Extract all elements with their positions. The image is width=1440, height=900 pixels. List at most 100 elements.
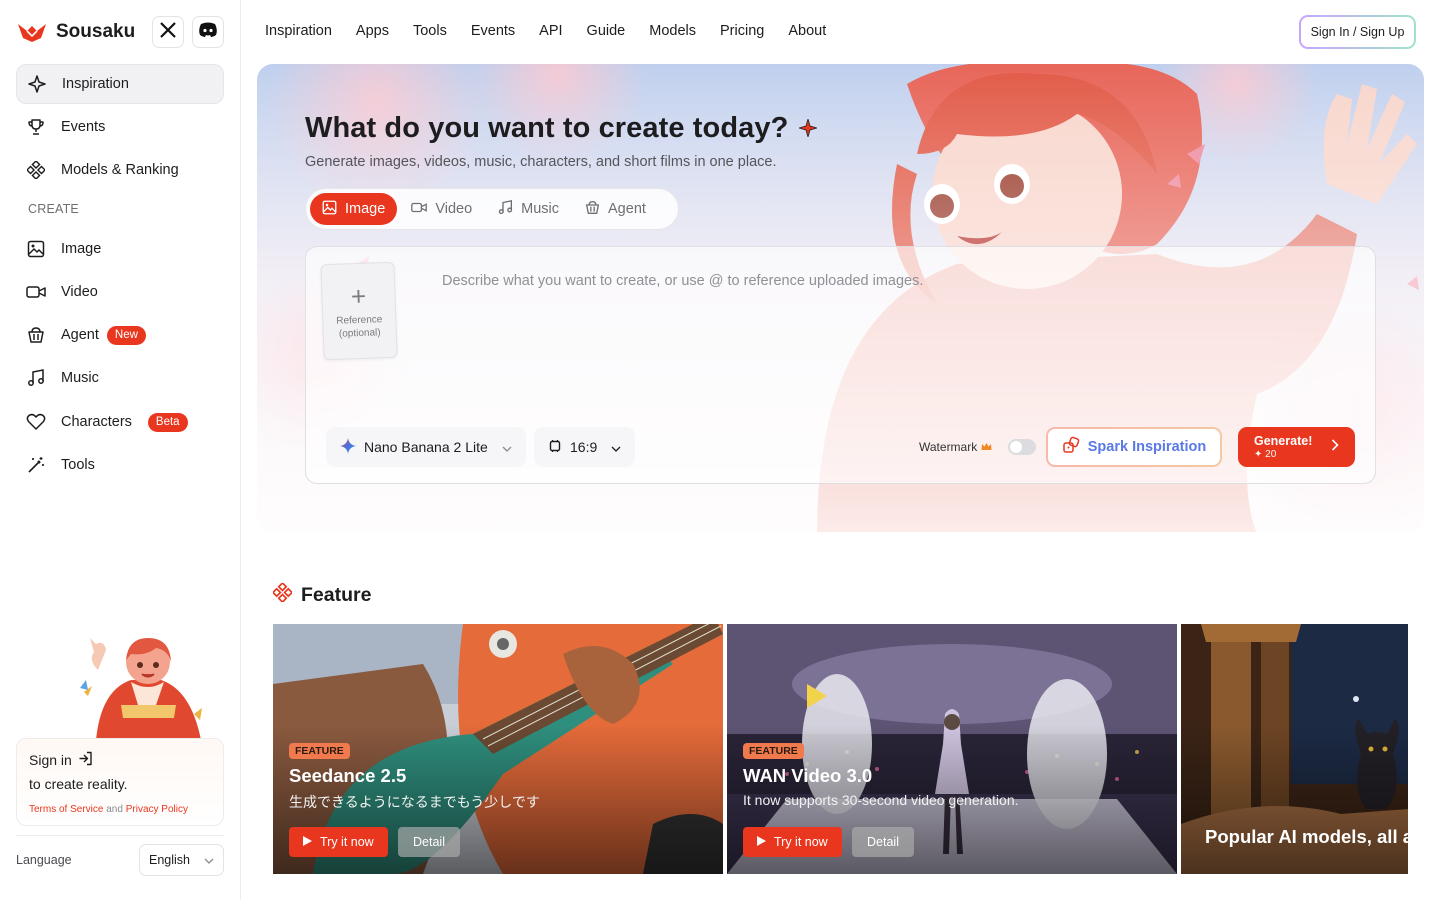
tab-music[interactable]: Music [486,193,571,225]
models-icon [271,581,294,607]
sidebar-item-label: Inspiration [62,76,129,92]
toggle-knob [1010,441,1023,453]
sidebar-item-events[interactable]: Events [16,107,224,147]
music-icon [26,368,46,388]
discord-link[interactable] [192,16,224,48]
sign-in-button[interactable]: Sign In / Sign Up [1299,15,1416,49]
tab-image[interactable]: Image [310,193,398,225]
card-description: 生成できるようになるまでもう少しです [289,794,540,810]
chevron-right-icon [1331,438,1339,456]
card-title: WAN Video 3.0 [743,765,873,786]
chevron-down-icon [611,439,621,455]
try-it-now-button[interactable]: Try it now [289,827,388,857]
nav-link-pricing[interactable]: Pricing [720,23,764,39]
sidebar-item-characters[interactable]: Characters Beta [16,402,224,442]
aspect-ratio-select[interactable]: 16:9 [534,427,636,467]
signin-subtitle: to create reality. [29,776,128,792]
tab-label: Video [435,201,473,217]
sidebar-item-tools[interactable]: Tools [16,445,224,485]
language-select[interactable]: English [139,844,224,876]
sidebar: Sousaku Inspiration Events Models & Rank… [0,0,241,900]
model-select[interactable]: Nano Banana 2 Lite [326,427,526,467]
x-link[interactable] [152,16,184,48]
watermark-control: Watermark [919,439,1037,455]
dice-icon [1062,436,1080,458]
card-description: It now supports 30-second video generati… [743,792,1019,808]
reference-upload[interactable]: + Reference (optional) [320,261,398,361]
feature-card-popular-models[interactable]: Popular AI models, all a [1181,624,1408,874]
generate-button[interactable]: Generate! ✦ 20 [1238,427,1355,467]
discord-icon [198,22,218,43]
mode-tabs: Image Video Music Agent [305,188,679,230]
detail-button[interactable]: Detail [852,827,914,857]
sidebar-item-agent[interactable]: Agent New [16,315,224,355]
tab-agent[interactable]: Agent [573,193,658,225]
sidebar-item-label: Events [61,119,106,135]
sidebar-item-music[interactable]: Music [16,358,224,398]
tab-video[interactable]: Video [399,193,484,225]
nav-link-api[interactable]: API [539,23,562,39]
nav-link-models[interactable]: Models [649,23,696,39]
video-icon [411,201,428,218]
top-nav-links: Inspiration Apps Tools Events API Guide … [265,23,850,39]
prompt-input[interactable] [442,273,1342,289]
music-icon [498,199,513,219]
x-icon [159,21,177,44]
nav-link-apps[interactable]: Apps [356,23,389,39]
spark-label: Spark Inspiration [1087,439,1207,455]
sidebar-item-models[interactable]: Models & Ranking [16,150,224,190]
mascot-illustration [80,638,202,740]
hero-title-text: What do you want to create today? [305,112,789,144]
sidebar-item-label: Video [61,284,98,300]
sidebar-item-inspiration[interactable]: Inspiration [16,64,224,104]
card-title: Seedance 2.5 [289,765,407,786]
sidebar-item-video[interactable]: Video [16,272,224,312]
crown-icon [981,440,992,454]
wand-icon [26,455,46,475]
sign-in-label: Sign In / Sign Up [1301,17,1414,47]
privacy-link[interactable]: Privacy Policy [126,804,188,815]
sidebar-item-label: Image [61,241,102,257]
sidebar-item-image[interactable]: Image [16,229,224,269]
create-section-label: CREATE [28,202,79,216]
detail-button[interactable]: Detail [398,827,460,857]
tab-label: Image [345,201,386,217]
signin-title[interactable]: Sign in [29,752,72,768]
nav-link-inspiration[interactable]: Inspiration [265,23,332,39]
top-nav: Inspiration Apps Tools Events API Guide … [241,0,1440,64]
heart-icon [26,412,46,432]
gemini-star-icon [340,437,356,457]
hero-subtitle: Generate images, videos, music, characte… [305,154,777,170]
sidebar-item-label: Agent [61,327,99,343]
login-icon [78,751,93,769]
chevron-down-icon [502,439,512,455]
watermark-toggle[interactable] [1008,439,1037,455]
spark-inspiration-button[interactable]: Spark Inspiration [1046,427,1222,467]
play-icon [303,835,312,849]
signin-card[interactable]: Sign in to create reality. Terms of Serv… [16,738,224,826]
try-label: Try it now [774,835,828,849]
aspect-ratio-value: 16:9 [570,439,598,455]
play-icon [757,835,766,849]
nav-link-events[interactable]: Events [471,23,515,39]
try-it-now-button[interactable]: Try it now [743,827,842,857]
feature-tag: FEATURE [743,743,804,759]
nav-link-guide[interactable]: Guide [587,23,626,39]
beta-badge: Beta [147,412,188,432]
nav-link-tools[interactable]: Tools [413,23,447,39]
reference-title: Reference [336,314,383,327]
feature-heading: Feature [271,581,371,607]
chevron-down-icon [204,853,214,867]
nav-link-about[interactable]: About [788,23,826,39]
brand[interactable]: Sousaku [16,16,135,48]
terms-and: and [106,804,123,815]
sidebar-item-label: Tools [61,457,95,473]
image-icon [26,239,46,259]
trophy-icon [26,117,46,137]
terms-link[interactable]: Terms of Service [29,804,103,815]
feature-card-wan-video[interactable]: FEATURE WAN Video 3.0 It now supports 30… [727,624,1177,874]
feature-card-seedance[interactable]: FEATURE Seedance 2.5 生成できるようになるまでもう少しです … [273,624,723,874]
tab-label: Music [521,201,560,217]
divider [16,835,224,836]
models-icon [26,160,46,180]
